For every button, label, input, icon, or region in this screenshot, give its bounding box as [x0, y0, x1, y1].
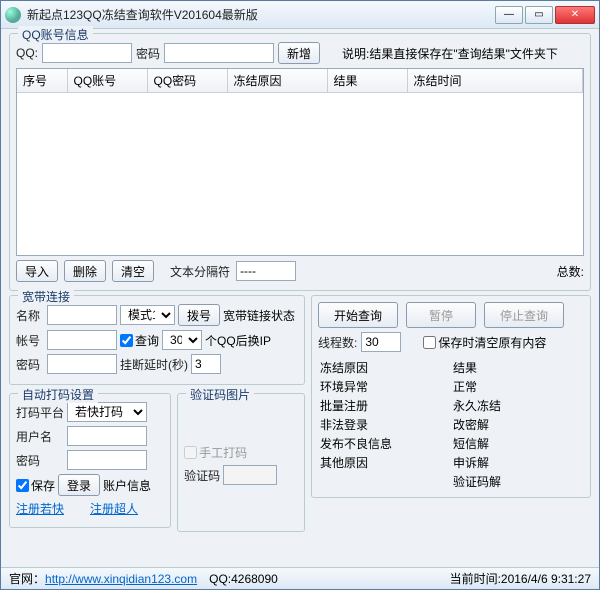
close-button[interactable]: ✕: [555, 6, 595, 24]
start-query-button[interactable]: 开始查询: [318, 302, 398, 328]
app-window: 新起点123QQ冻结查询软件V201604最新版 — ▭ ✕ QQ账号信息 QQ…: [0, 0, 600, 590]
dama-save-label: 保存: [31, 477, 55, 494]
reason-item[interactable]: 环境异常: [318, 377, 451, 396]
captcha-code-label: 验证码: [184, 467, 220, 484]
stop-query-button[interactable]: 停止查询: [484, 302, 564, 328]
qq-account-group: QQ账号信息 QQ: 密码 新增 说明:结果直接保存在"查询结果"文件夹下 序号…: [9, 33, 591, 291]
sep-label: 文本分隔符: [170, 263, 230, 280]
captcha-group: 验证码图片 手工打码 验证码: [177, 393, 305, 532]
dama-login-button[interactable]: 登录: [58, 474, 100, 496]
dama-pwd-input[interactable]: [67, 450, 147, 470]
titlebar: 新起点123QQ冻结查询软件V201604最新版 — ▭ ✕: [1, 1, 599, 29]
col-qq[interactable]: QQ账号: [67, 69, 147, 93]
col-pwd[interactable]: QQ密码: [147, 69, 227, 93]
broadband-legend: 宽带连接: [18, 288, 74, 305]
threads-input[interactable]: [361, 332, 401, 352]
dama-acct-info: 账户信息: [103, 477, 151, 494]
reason-head: 冻结原因: [318, 358, 451, 377]
reg-chaoren-link[interactable]: 注册超人: [90, 500, 138, 517]
dama-pwd-label: 密码: [16, 452, 64, 469]
captcha-code-input: [223, 465, 277, 485]
qq-group-legend: QQ账号信息: [18, 26, 93, 43]
qq-input[interactable]: [42, 43, 132, 63]
bb-mode-select[interactable]: 模式1: [120, 305, 175, 325]
qq-label: QQ:: [16, 46, 38, 60]
reg-ruokuai-link[interactable]: 注册若快: [16, 500, 64, 517]
bb-query-chk-label: 查询: [135, 332, 159, 349]
col-time[interactable]: 冻结时间: [407, 69, 583, 93]
qq-contact: QQ:4268090: [209, 572, 278, 586]
query-panel: 开始查询 暂停 停止查询 线程数: 保存时清空原有内容 冻结原因 环境异常 批量: [311, 295, 591, 498]
reason-item[interactable]: 其他原因: [318, 453, 451, 472]
col-reason[interactable]: 冻结原因: [227, 69, 327, 93]
bb-query-checkbox[interactable]: [120, 334, 133, 347]
site-url-link[interactable]: http://www.xinqidian123.com: [45, 572, 197, 586]
window-title: 新起点123QQ冻结查询软件V201604最新版: [27, 6, 495, 23]
manual-captcha-label: 手工打码: [199, 444, 247, 461]
dama-platform-select[interactable]: 若快打码: [67, 402, 147, 422]
result-head: 结果: [451, 358, 584, 377]
minimize-button[interactable]: —: [495, 6, 523, 24]
result-item[interactable]: 短信解: [451, 434, 584, 453]
save-clear-checkbox[interactable]: [423, 336, 436, 349]
broadband-group: 宽带连接 名称 模式1 拨号 宽带链接状态 帐号 查询 30 个QQ后换IP: [9, 295, 305, 385]
reason-item[interactable]: 发布不良信息: [318, 434, 451, 453]
manual-captcha-checkbox: [184, 446, 197, 459]
bb-query-n-select[interactable]: 30: [162, 330, 202, 350]
col-seq[interactable]: 序号: [17, 69, 67, 93]
dama-legend: 自动打码设置: [18, 386, 98, 403]
result-table[interactable]: 序号 QQ账号 QQ密码 冻结原因 结果 冻结时间: [16, 68, 584, 256]
result-list: 结果 正常 永久冻结 改密解 短信解 申诉解 验证码解: [451, 358, 584, 491]
qq-pwd-input[interactable]: [164, 43, 274, 63]
clear-button[interactable]: 清空: [112, 260, 154, 282]
statusbar: 官网： http://www.xinqidian123.com QQ:42680…: [1, 567, 599, 589]
import-button[interactable]: 导入: [16, 260, 58, 282]
result-item[interactable]: 正常: [451, 377, 584, 396]
dial-button[interactable]: 拨号: [178, 304, 220, 326]
add-button[interactable]: 新增: [278, 42, 320, 64]
captcha-legend: 验证码图片: [186, 386, 254, 403]
sep-input[interactable]: [236, 261, 296, 281]
dama-user-input[interactable]: [67, 426, 147, 446]
maximize-button[interactable]: ▭: [525, 6, 553, 24]
dama-save-checkbox[interactable]: [16, 479, 29, 492]
bb-name-input[interactable]: [47, 305, 117, 325]
time-value: 2016/4/6 9:31:27: [501, 572, 591, 586]
bb-pwd-label: 密码: [16, 356, 44, 373]
site-label: 官网：: [9, 570, 45, 587]
col-result[interactable]: 结果: [327, 69, 407, 93]
result-item[interactable]: 永久冻结: [451, 396, 584, 415]
delete-button[interactable]: 删除: [64, 260, 106, 282]
result-item[interactable]: 改密解: [451, 415, 584, 434]
app-icon: [5, 7, 21, 23]
threads-label: 线程数:: [318, 334, 357, 351]
total-label: 总数:: [557, 263, 584, 280]
bb-link-status: 宽带链接状态: [223, 307, 295, 324]
bb-delay-input[interactable]: [191, 354, 221, 374]
reason-item[interactable]: 非法登录: [318, 415, 451, 434]
time-label: 当前时间:: [450, 572, 501, 586]
bb-delay-label: 挂断延时(秒): [120, 356, 188, 373]
reason-item[interactable]: 批量注册: [318, 396, 451, 415]
save-note: 说明:结果直接保存在"查询结果"文件夹下: [342, 45, 558, 62]
dama-platform-label: 打码平台: [16, 404, 64, 421]
bb-pwd-input[interactable]: [47, 354, 117, 374]
dama-group: 自动打码设置 打码平台 若快打码 用户名 密码: [9, 393, 171, 528]
reason-list: 冻结原因 环境异常 批量注册 非法登录 发布不良信息 其他原因: [318, 358, 451, 491]
result-item[interactable]: 申诉解: [451, 453, 584, 472]
result-item[interactable]: 验证码解: [451, 472, 584, 491]
save-clear-label: 保存时清空原有内容: [438, 334, 546, 351]
bb-name-label: 名称: [16, 307, 44, 324]
dama-user-label: 用户名: [16, 428, 64, 445]
bb-acct-label: 帐号: [16, 332, 44, 349]
pwd-label: 密码: [136, 45, 160, 62]
pause-button[interactable]: 暂停: [406, 302, 476, 328]
bb-query-after: 个QQ后换IP: [205, 332, 271, 349]
bb-acct-input[interactable]: [47, 330, 117, 350]
